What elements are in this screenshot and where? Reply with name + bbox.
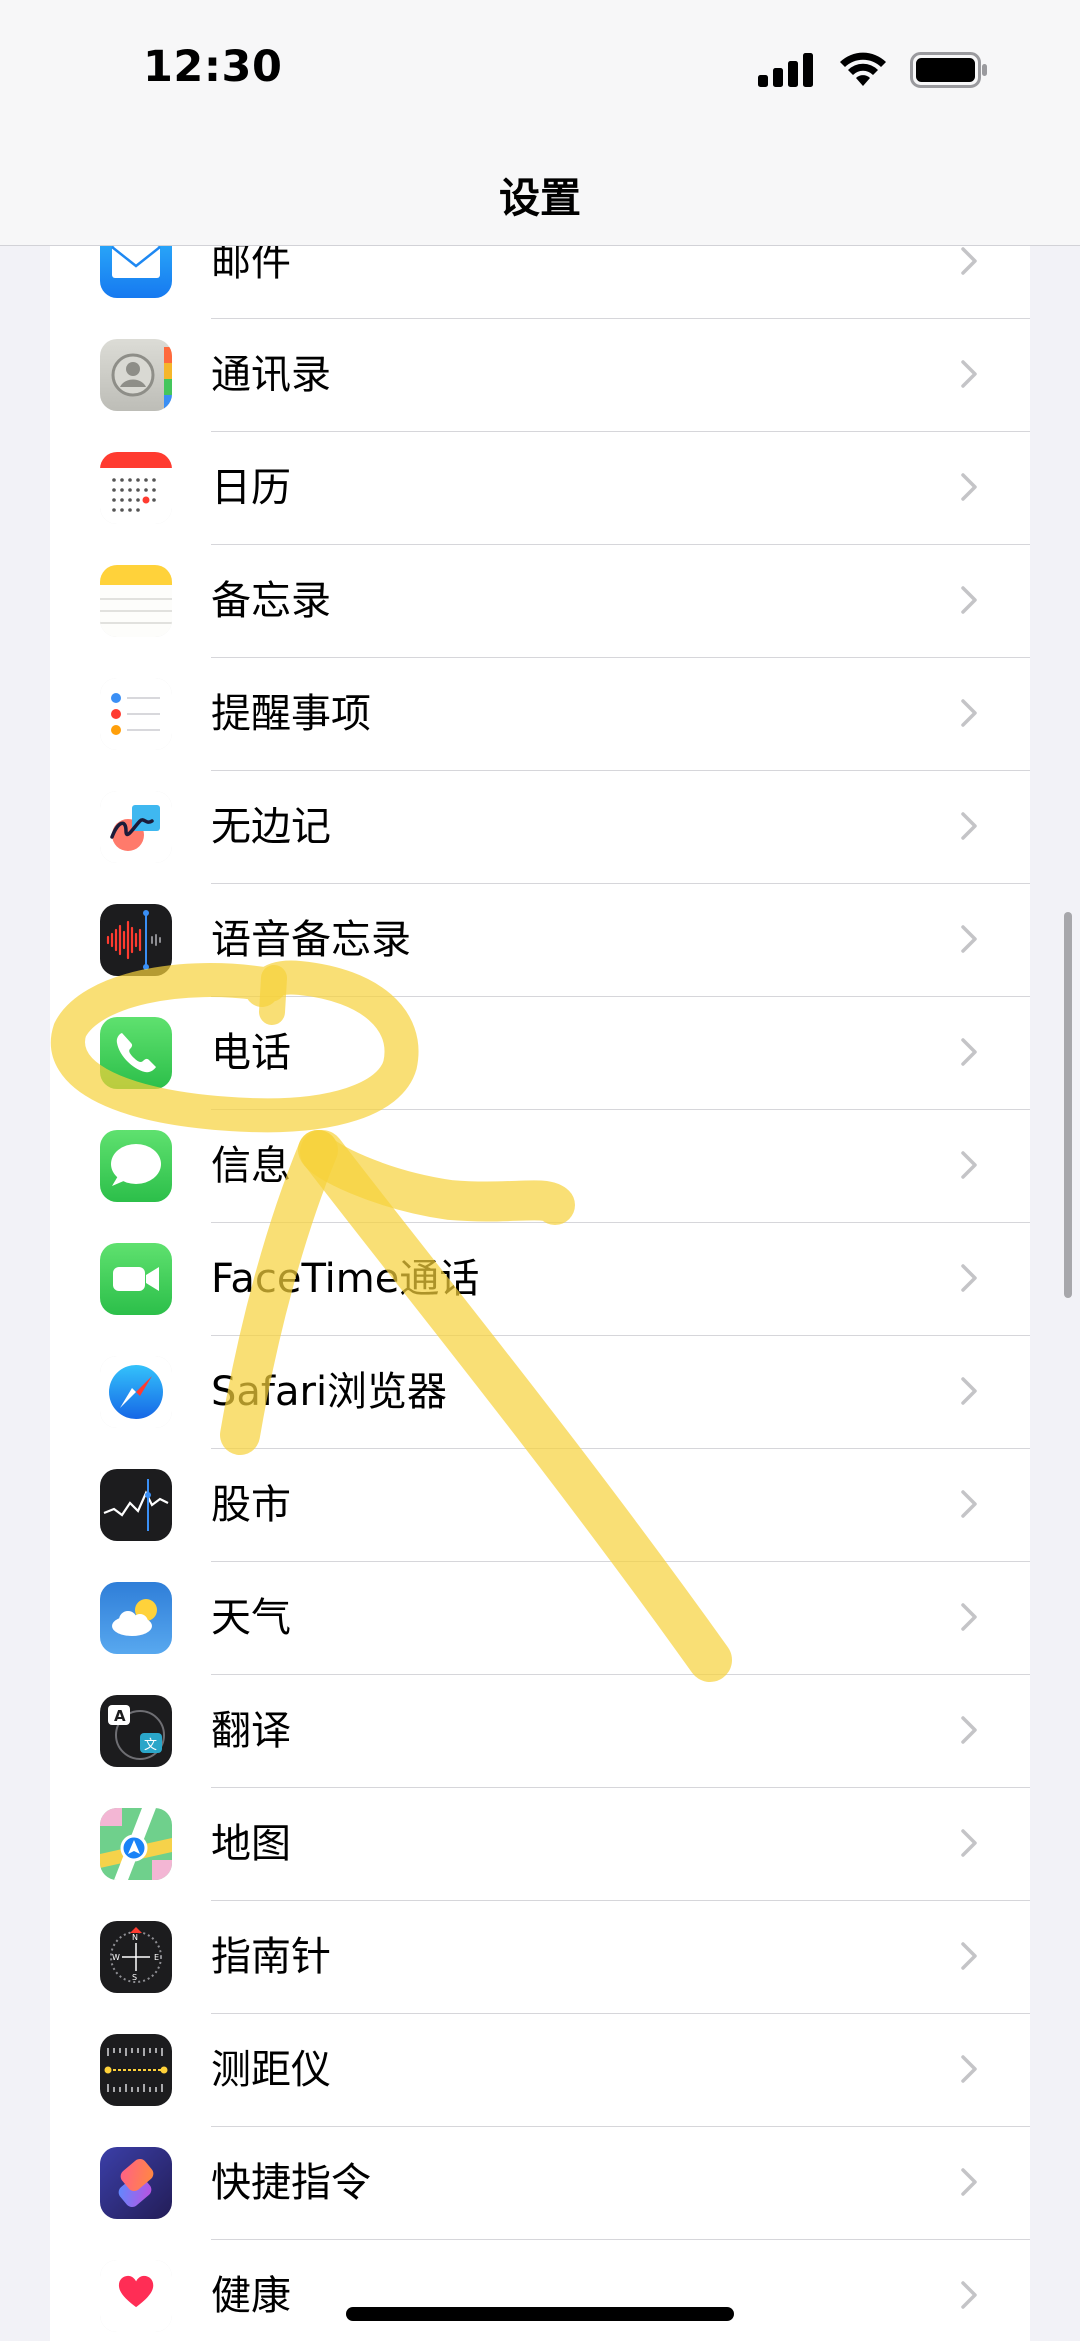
settings-row-voice-memos[interactable]: 语音备忘录 [50, 884, 1030, 997]
voice-memos-icon [100, 904, 172, 976]
chevron-right-icon [961, 2055, 977, 2083]
shortcuts-icon [100, 2147, 172, 2219]
battery-icon [910, 52, 987, 88]
freeform-icon [100, 791, 172, 863]
compass-icon: N S W E [100, 1921, 172, 1993]
mail-icon [100, 246, 172, 298]
nav-bar: 设置 [0, 140, 1080, 246]
maps-icon [100, 1808, 172, 1880]
page-title: 设置 [499, 174, 581, 222]
settings-row-label: 地图 [211, 1821, 291, 1867]
contacts-icon [100, 339, 172, 411]
settings-row-label: 通讯录 [211, 352, 331, 398]
settings-row-health[interactable]: 健康 [50, 2240, 1030, 2341]
settings-row-label: Safari浏览器 [211, 1369, 448, 1415]
notes-icon [100, 565, 172, 637]
chevron-right-icon [961, 1829, 977, 1857]
status-bar: 12:30 [0, 0, 1080, 140]
status-icons [758, 52, 988, 88]
scroll-indicator[interactable] [1064, 912, 1072, 1298]
chevron-right-icon [961, 360, 977, 388]
settings-row-label: 备忘录 [211, 578, 331, 624]
reminders-icon [100, 678, 172, 750]
settings-row-label: 测距仪 [211, 2047, 331, 2093]
settings-row-label: 指南针 [211, 1934, 331, 1980]
svg-text:W: W [112, 1953, 120, 1962]
settings-row-translate[interactable]: A 文 翻译 [50, 1675, 1030, 1788]
settings-row-label: 邮件 [211, 246, 291, 285]
chevron-right-icon [961, 1716, 977, 1744]
svg-text:A: A [114, 1707, 126, 1725]
svg-text:N: N [132, 1933, 138, 1942]
settings-row-label: 日历 [211, 465, 291, 511]
calendar-icon [100, 452, 172, 524]
translate-icon: A 文 [100, 1695, 172, 1767]
settings-row-shortcuts[interactable]: 快捷指令 [50, 2127, 1030, 2240]
chevron-right-icon [961, 699, 977, 727]
svg-text:E: E [154, 1953, 159, 1962]
settings-row-phone[interactable]: 电话 [50, 997, 1030, 1110]
settings-list[interactable]: 邮件 通讯录 日历 备忘录 提醒事项 无边记 语音备忘录 电话 信息 FaceT… [50, 246, 1030, 2341]
settings-row-label: 电话 [211, 1030, 291, 1076]
status-time: 12:30 [143, 42, 283, 92]
settings-row-label: FaceTime通话 [211, 1256, 480, 1302]
weather-icon [100, 1582, 172, 1654]
svg-text:文: 文 [144, 1738, 157, 1753]
chevron-right-icon [961, 925, 977, 953]
settings-row-messages[interactable]: 信息 [50, 1110, 1030, 1223]
chevron-right-icon [961, 812, 977, 840]
settings-row-contacts[interactable]: 通讯录 [50, 319, 1030, 432]
settings-row-calendar[interactable]: 日历 [50, 432, 1030, 545]
chevron-right-icon [961, 1490, 977, 1518]
settings-row-stocks[interactable]: 股市 [50, 1449, 1030, 1562]
chevron-right-icon [961, 2168, 977, 2196]
phone-icon [100, 1017, 172, 1089]
settings-row-compass[interactable]: N S W E 指南针 [50, 1901, 1030, 2014]
chevron-right-icon [961, 247, 977, 275]
settings-row-label: 无边记 [211, 804, 331, 850]
settings-row-measure[interactable]: 测距仪 [50, 2014, 1030, 2127]
chevron-right-icon [961, 1942, 977, 1970]
wifi-icon [840, 52, 886, 86]
settings-row-weather[interactable]: 天气 [50, 1562, 1030, 1675]
settings-row-label: 提醒事项 [211, 691, 371, 737]
settings-row-safari[interactable]: Safari浏览器 [50, 1336, 1030, 1449]
settings-row-label: 股市 [211, 1482, 291, 1528]
chevron-right-icon [961, 1038, 977, 1066]
settings-row-label: 健康 [211, 2273, 291, 2319]
settings-row-label: 快捷指令 [211, 2160, 371, 2206]
settings-row-mail[interactable]: 邮件 [50, 246, 1030, 319]
svg-text:S: S [132, 1973, 137, 1982]
settings-row-notes[interactable]: 备忘录 [50, 545, 1030, 658]
settings-row-freeform[interactable]: 无边记 [50, 771, 1030, 884]
messages-icon [100, 1130, 172, 1202]
settings-row-label: 信息 [211, 1143, 291, 1189]
chevron-right-icon [961, 586, 977, 614]
stocks-icon [100, 1469, 172, 1541]
settings-row-label: 天气 [211, 1595, 291, 1641]
chevron-right-icon [961, 2281, 977, 2309]
chevron-right-icon [961, 1603, 977, 1631]
settings-row-label: 语音备忘录 [211, 917, 411, 963]
safari-compass-icon [100, 1356, 172, 1428]
chevron-right-icon [961, 1264, 977, 1292]
settings-row-reminders[interactable]: 提醒事项 [50, 658, 1030, 771]
measure-icon [100, 2034, 172, 2106]
chevron-right-icon [961, 1151, 977, 1179]
facetime-icon [100, 1243, 172, 1315]
settings-row-facetime[interactable]: FaceTime通话 [50, 1223, 1030, 1336]
cellular-signal-icon [758, 53, 813, 87]
settings-row-maps[interactable]: 地图 [50, 1788, 1030, 1901]
home-indicator[interactable] [346, 2307, 734, 2321]
chevron-right-icon [961, 1377, 977, 1405]
settings-row-label: 翻译 [211, 1708, 291, 1754]
health-heart-icon [100, 2260, 172, 2332]
chevron-right-icon [961, 473, 977, 501]
